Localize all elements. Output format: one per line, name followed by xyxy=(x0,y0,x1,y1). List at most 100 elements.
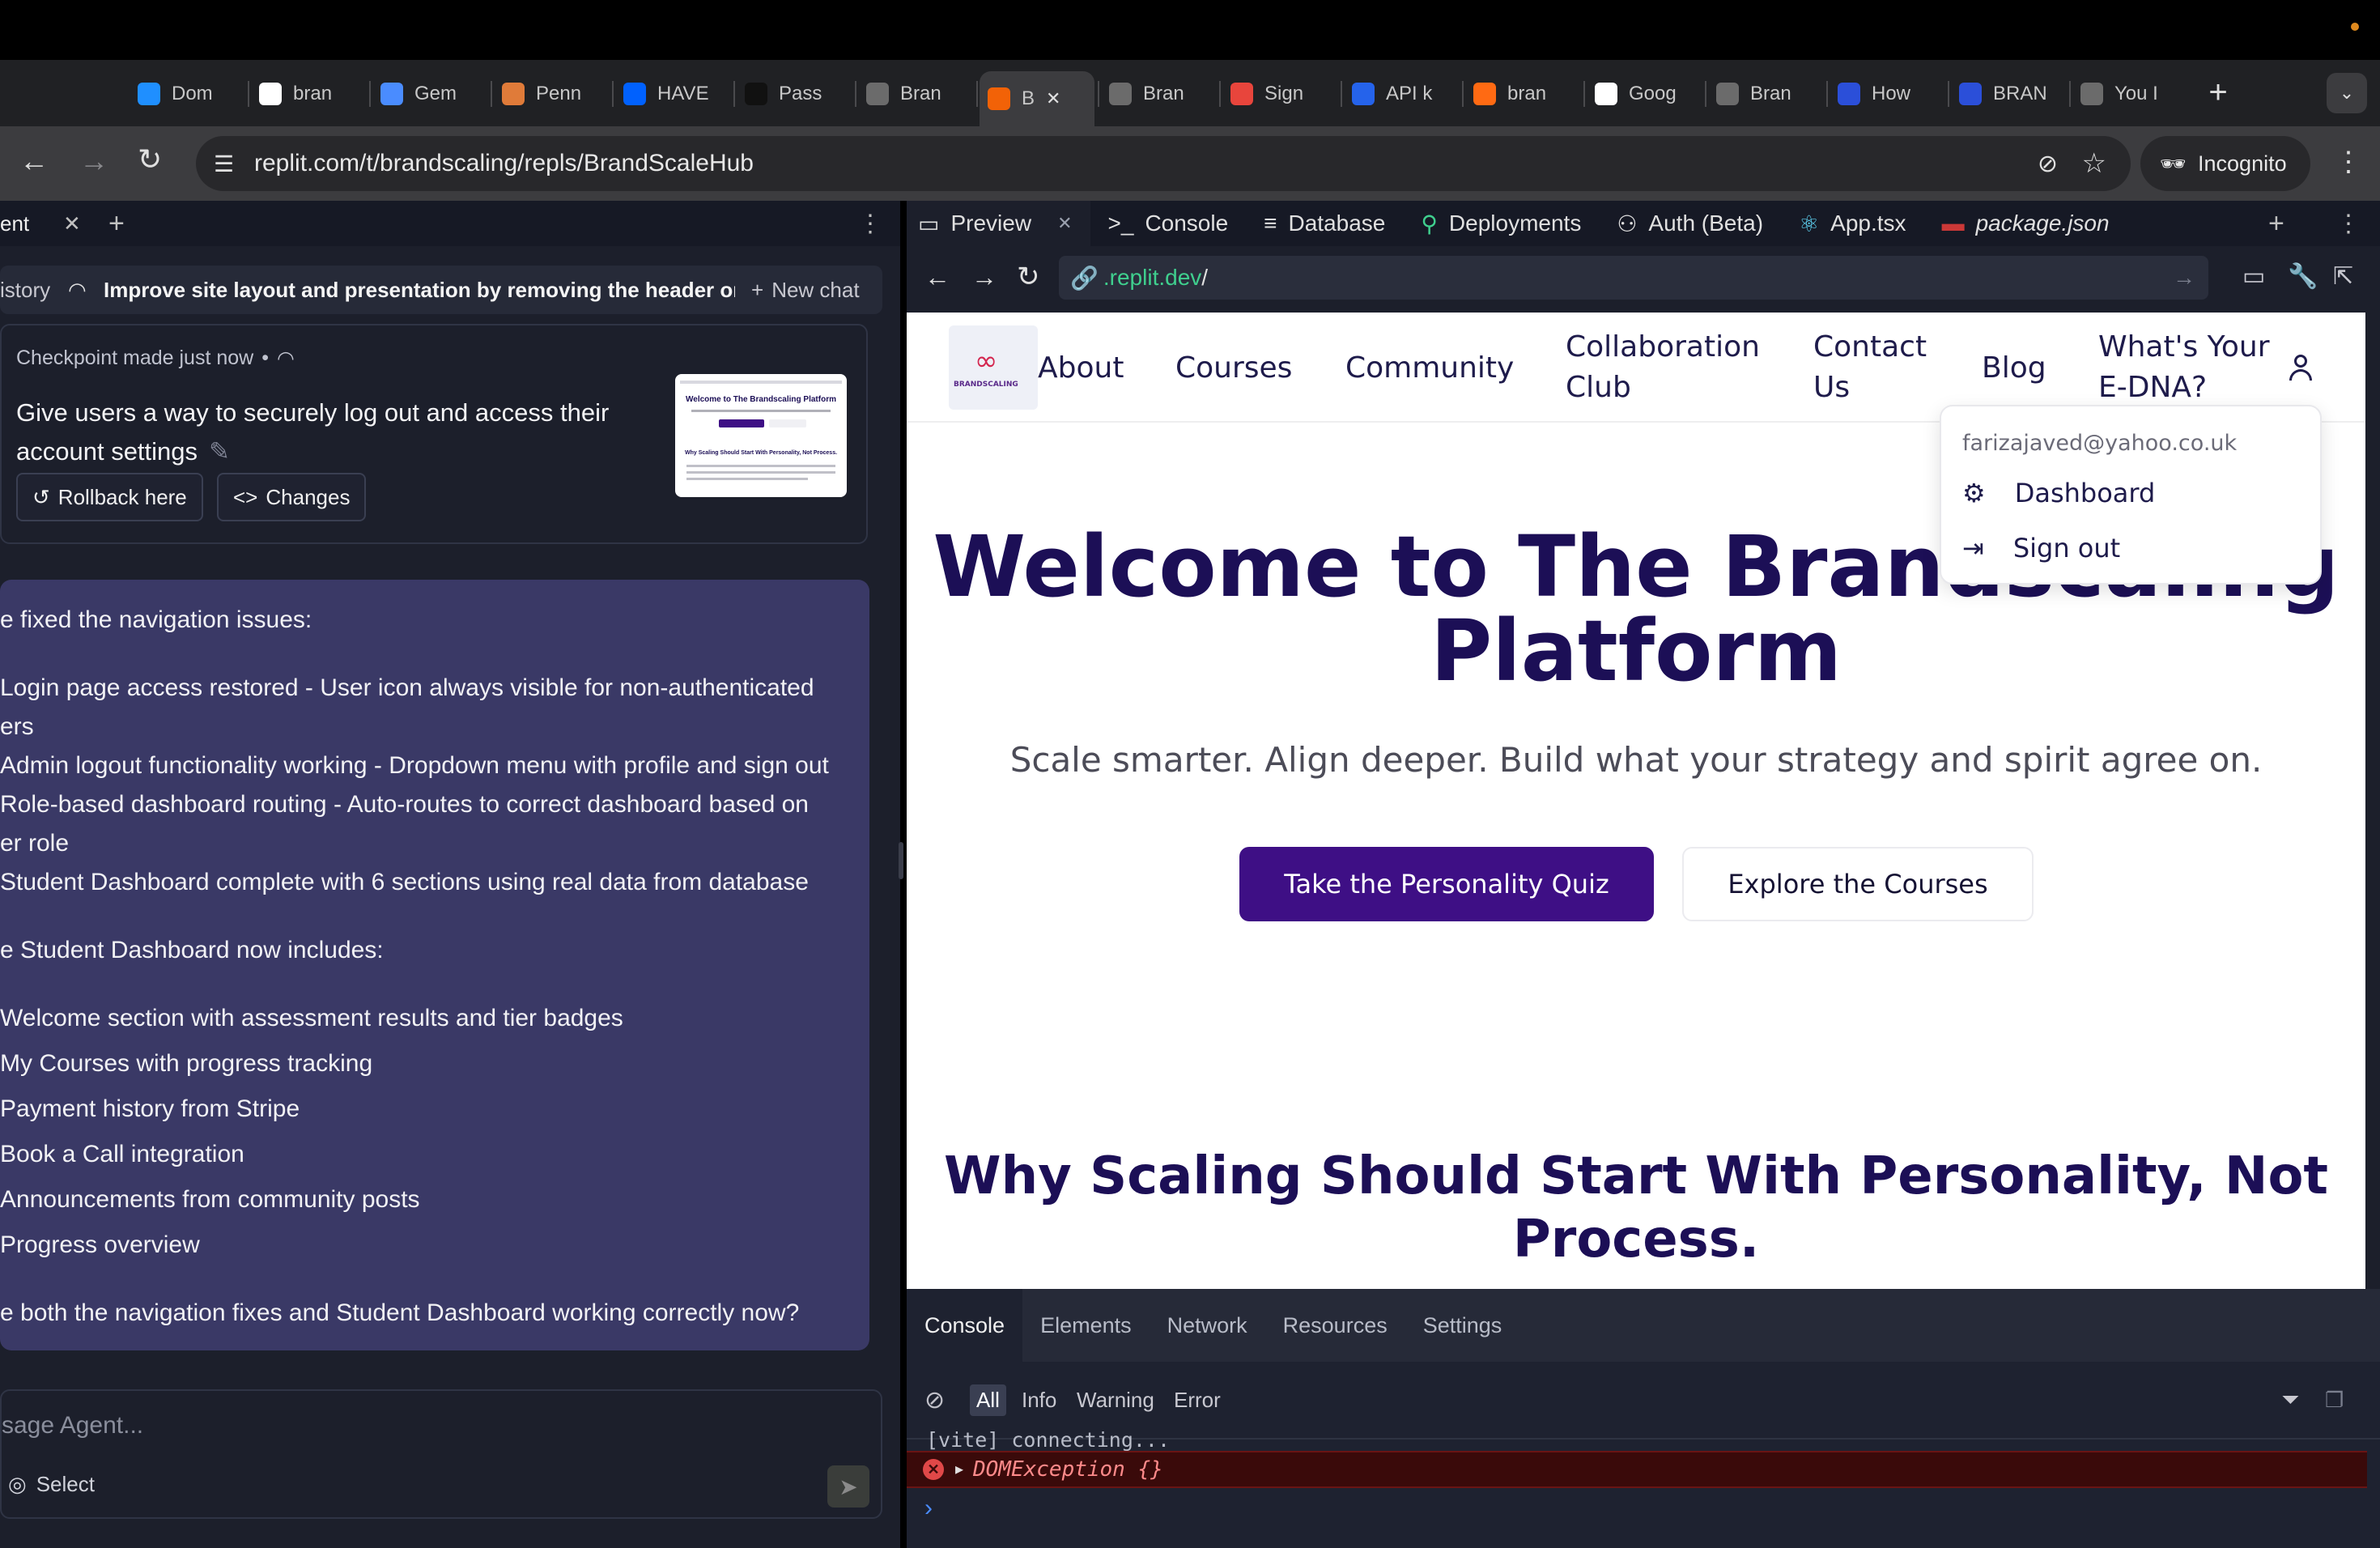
browser-tab[interactable]: You I xyxy=(2072,71,2187,117)
tab-package-json[interactable]: ▬ package.json xyxy=(1924,201,2127,246)
filter-icon[interactable]: ⏷ xyxy=(2281,1387,2299,1414)
nav-blog[interactable]: Blog xyxy=(1982,348,2046,389)
devtools-tabs: Console Elements Network Resources Setti… xyxy=(907,1289,2380,1362)
more-options-icon[interactable]: ⋮ xyxy=(858,210,882,238)
browser-tab[interactable]: HAVE xyxy=(615,71,730,117)
close-tab-icon[interactable]: ✕ xyxy=(63,211,81,236)
preview-url-bar[interactable]: 🔗 .replit.dev / → xyxy=(1059,256,2208,300)
browser-tab[interactable]: How xyxy=(1830,71,1944,117)
star-icon[interactable]: ☆ xyxy=(2082,147,2106,180)
filter-error[interactable]: Error xyxy=(1174,1388,1221,1413)
chat-title[interactable]: Improve site layout and presentation by … xyxy=(104,278,735,303)
devtools-tab-settings[interactable]: Settings xyxy=(1405,1313,1520,1338)
nav-contact-us[interactable]: Contact Us xyxy=(1813,327,1927,408)
browser-tab[interactable]: BRAN xyxy=(1951,71,2066,117)
browser-tab[interactable]: bran xyxy=(251,71,366,117)
browser-tab[interactable]: API k xyxy=(1344,71,1459,117)
browser-menu-icon[interactable]: ⋮ xyxy=(2335,146,2362,178)
tab-agent[interactable]: ent xyxy=(0,211,29,236)
eye-slash-icon[interactable]: ⊘ xyxy=(2038,150,2058,178)
browser-tab[interactable]: Bran xyxy=(1101,71,1216,117)
checkpoint-thumbnail[interactable]: Welcome to The Brandscaling Platform Why… xyxy=(675,374,847,497)
user-icon[interactable] xyxy=(2284,351,2317,384)
address-url[interactable]: replit.com/t/brandscaling/repls/BrandSca… xyxy=(254,150,754,177)
sign-out-menu-item[interactable]: ⇥ Sign out xyxy=(1962,533,2120,563)
address-bar[interactable]: ☰ replit.com/t/brandscaling/repls/BrandS… xyxy=(196,136,2131,191)
history-link[interactable]: istory xyxy=(0,278,50,303)
forward-icon[interactable]: → xyxy=(79,144,108,178)
go-icon[interactable]: → xyxy=(2173,265,2195,291)
tab-separator xyxy=(2069,81,2071,107)
panel-splitter[interactable] xyxy=(899,842,903,879)
filter-info[interactable]: Info xyxy=(1022,1388,1056,1413)
browser-tab[interactable]: Pass xyxy=(737,71,852,117)
brand-logo[interactable]: ∞ BRANDSCALING xyxy=(949,325,1038,410)
browser-tab[interactable]: Goog xyxy=(1587,71,1702,117)
dashboard-menu-item[interactable]: ⚙ Dashboard xyxy=(1962,478,2155,508)
changes-button[interactable]: <> Changes xyxy=(217,473,367,521)
devtools-tab-console[interactable]: Console xyxy=(907,1289,1023,1362)
personality-quiz-button[interactable]: Take the Personality Quiz xyxy=(1239,847,1654,921)
browser-tab[interactable]: bran xyxy=(1465,71,1580,117)
back-icon[interactable]: ← xyxy=(19,144,49,178)
open-external-icon[interactable]: ⇱ xyxy=(2333,262,2353,291)
console-prompt-icon[interactable]: › xyxy=(924,1495,933,1522)
filter-warning[interactable]: Warning xyxy=(1077,1388,1154,1413)
rollback-button[interactable]: ↺ Rollback here xyxy=(16,473,203,521)
add-tab-icon[interactable]: + xyxy=(2268,208,2284,240)
forward-icon[interactable]: → xyxy=(971,262,997,292)
tab-app-tsx[interactable]: ⚛ App.tsx xyxy=(1781,201,1924,246)
browser-tab[interactable]: Bran xyxy=(1708,71,1823,117)
tab-label: Console xyxy=(1145,211,1229,236)
browser-tab[interactable]: B ✕ xyxy=(980,71,1094,126)
tab-deployments[interactable]: ⚲ Deployments xyxy=(1403,201,1599,246)
incognito-indicator[interactable]: 🕶 Incognito xyxy=(2140,136,2310,191)
devtools-tab-resources[interactable]: Resources xyxy=(1265,1313,1405,1338)
browser-tab[interactable]: Dom xyxy=(130,71,244,117)
agent-input-placeholder[interactable]: sage Agent... xyxy=(2,1412,143,1440)
select-button[interactable]: ◎ Select xyxy=(8,1472,95,1497)
devtools-tab-network[interactable]: Network xyxy=(1150,1313,1265,1338)
clear-console-icon[interactable]: ⊘ xyxy=(924,1386,945,1414)
browser-tab[interactable]: Sign xyxy=(1222,71,1337,117)
nav-courses[interactable]: Courses xyxy=(1175,348,1292,389)
tab-auth[interactable]: ⚇ Auth (Beta) xyxy=(1599,201,1781,246)
tab-database[interactable]: ≡ Database xyxy=(1246,201,1403,246)
tab-preview[interactable]: ▭ Preview ✕ xyxy=(907,201,1090,246)
devtools-tab-elements[interactable]: Elements xyxy=(1022,1313,1150,1338)
device-icon[interactable]: ▭ xyxy=(2242,262,2265,291)
wrench-icon[interactable]: 🔧 xyxy=(2288,262,2318,291)
new-chat-button[interactable]: + New chat xyxy=(751,278,860,303)
nav-edna[interactable]: What's Your E-DNA? xyxy=(2098,327,2270,408)
preview-scrollbar[interactable] xyxy=(2365,313,2380,1289)
reload-icon[interactable]: ↻ xyxy=(138,142,162,176)
edit-icon[interactable]: ✎ xyxy=(209,432,230,471)
checkpoint-meta-text: Checkpoint made just now xyxy=(16,347,254,369)
nav-collaboration-club[interactable]: Collaboration Club xyxy=(1566,327,1760,408)
thumb-sub-line xyxy=(691,410,831,412)
nav-community[interactable]: Community xyxy=(1345,348,1514,389)
agent-input[interactable]: sage Agent... ◎ Select ➤ xyxy=(0,1389,882,1519)
copy-icon[interactable]: ❐ xyxy=(2325,1388,2344,1413)
send-button[interactable]: ➤ xyxy=(827,1465,869,1508)
browser-tab[interactable]: Penn xyxy=(494,71,609,117)
console-error-text[interactable]: DOMException {} xyxy=(973,1457,1163,1482)
reload-icon[interactable]: ↻ xyxy=(1017,261,1040,293)
nav-about[interactable]: About xyxy=(1038,348,1124,389)
more-options-icon[interactable]: ⋮ xyxy=(2336,210,2361,238)
new-tab-button[interactable]: + xyxy=(2200,76,2236,112)
close-tab-icon[interactable]: ✕ xyxy=(1046,88,1060,109)
close-tab-icon[interactable]: ✕ xyxy=(1057,213,1072,234)
browser-tab[interactable]: Bran xyxy=(858,71,973,117)
expand-icon[interactable]: ▸ xyxy=(955,1459,963,1479)
tab-search-button[interactable]: ⌄ xyxy=(2327,73,2367,113)
back-icon[interactable]: ← xyxy=(924,262,950,292)
agent-panel: ent ✕ + ⋮ istory ◠ Improve site layout a… xyxy=(0,201,900,1548)
explore-courses-button[interactable]: Explore the Courses xyxy=(1682,847,2034,921)
add-tab-icon[interactable]: + xyxy=(108,208,125,240)
filter-all[interactable]: All xyxy=(970,1384,1006,1416)
tab-console[interactable]: >_ Console xyxy=(1090,201,1247,246)
browser-tab[interactable]: Gem xyxy=(372,71,487,117)
site-settings-icon[interactable]: ☰ xyxy=(214,151,234,177)
checkpoint-meta: Checkpoint made just now • ◠ xyxy=(16,347,295,371)
